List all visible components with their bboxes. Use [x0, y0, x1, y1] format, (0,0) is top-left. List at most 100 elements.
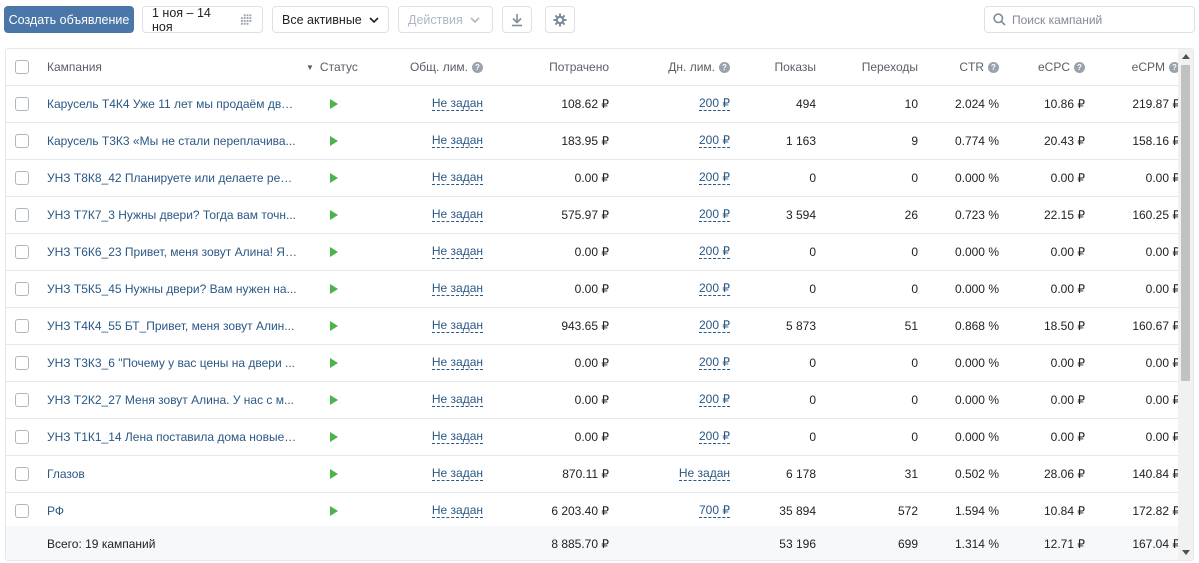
play-icon[interactable] [330, 321, 338, 331]
scroll-down-arrow-icon[interactable] [1182, 550, 1190, 555]
status-cell[interactable] [306, 86, 366, 122]
campaign-name-link[interactable]: Карусель Т3К3 «Мы не стали переплачива..… [47, 123, 297, 159]
campaign-name-link[interactable]: УНЗ Т3К3_6 "Почему у вас цены на двери .… [47, 345, 297, 381]
total-limit-link[interactable]: Не задан [431, 467, 483, 481]
row-checkbox[interactable] [15, 393, 29, 407]
total-limit-link[interactable]: Не задан [431, 97, 483, 111]
table-row[interactable]: УНЗ Т1К1_14 Лена поставила дома новые ..… [6, 419, 1180, 456]
help-icon[interactable]: ? [1074, 61, 1085, 73]
row-checkbox[interactable] [15, 245, 29, 259]
campaign-name-link[interactable]: УНЗ Т8К8_42 Планируете или делаете рем..… [47, 160, 297, 196]
status-cell[interactable] [306, 308, 366, 344]
download-button[interactable] [502, 6, 532, 33]
row-checkbox[interactable] [15, 356, 29, 370]
daily-limit-link[interactable]: 200 ₽ [699, 319, 730, 333]
status-cell[interactable] [306, 382, 366, 418]
campaign-name-link[interactable]: УНЗ Т7К7_3 Нужны двери? Тогда вам точн..… [47, 197, 297, 233]
row-checkbox[interactable] [15, 134, 29, 148]
daily-limit-link[interactable]: 200 ₽ [699, 245, 730, 259]
campaign-name-link[interactable]: Глазов [47, 456, 297, 492]
campaign-name-link[interactable]: Карусель Т4К4 Уже 11 лет мы продаём две.… [47, 86, 297, 122]
daily-limit-link[interactable]: 200 ₽ [699, 393, 730, 407]
total-limit-link[interactable]: Не задан [431, 171, 483, 185]
status-cell[interactable] [306, 197, 366, 233]
campaign-search[interactable] [984, 6, 1195, 33]
daily-limit-link[interactable]: Не задан [678, 467, 730, 481]
campaign-name-link[interactable]: РФ [47, 493, 297, 529]
play-icon[interactable] [330, 469, 338, 479]
header-ecpc[interactable]: eCPC? [1038, 49, 1085, 85]
create-ad-button[interactable]: Создать объявление [4, 6, 134, 33]
help-icon[interactable]: ? [719, 61, 730, 73]
play-icon[interactable] [330, 173, 338, 183]
status-filter-dropdown[interactable]: Все активные [272, 6, 389, 33]
row-checkbox[interactable] [15, 171, 29, 185]
daily-limit-link[interactable]: 700 ₽ [699, 504, 730, 518]
status-cell[interactable] [306, 493, 366, 529]
header-total-limit[interactable]: Общ. лим.? [410, 49, 483, 85]
actions-dropdown[interactable]: Действия [398, 6, 493, 33]
daily-limit-link[interactable]: 200 ₽ [699, 356, 730, 370]
daily-limit-link[interactable]: 200 ₽ [699, 97, 730, 111]
header-daily-limit[interactable]: Дн. лим.? [668, 49, 730, 85]
status-cell[interactable] [306, 123, 366, 159]
total-limit-link[interactable]: Не задан [431, 504, 483, 518]
row-checkbox[interactable] [15, 319, 29, 333]
table-row[interactable]: УНЗ Т2К2_27 Меня зовут Алина. У нас с м.… [6, 382, 1180, 419]
header-spent[interactable]: Потрачено [549, 49, 609, 85]
campaign-name-link[interactable]: УНЗ Т5К5_45 Нужны двери? Вам нужен на... [47, 271, 297, 307]
row-checkbox[interactable] [15, 208, 29, 222]
status-cell[interactable] [306, 234, 366, 270]
campaign-name-link[interactable]: УНЗ Т4К4_55 БТ_Привет, меня зовут Алин..… [47, 308, 297, 344]
play-icon[interactable] [330, 99, 338, 109]
play-icon[interactable] [330, 210, 338, 220]
header-ecpm[interactable]: eCPM? [1132, 49, 1180, 85]
play-icon[interactable] [330, 358, 338, 368]
row-checkbox[interactable] [15, 504, 29, 518]
play-icon[interactable] [330, 395, 338, 405]
header-status[interactable]: ▼ Статус [306, 49, 366, 85]
play-icon[interactable] [330, 432, 338, 442]
total-limit-link[interactable]: Не задан [431, 430, 483, 444]
scrollbar-thumb[interactable] [1181, 65, 1190, 381]
total-limit-link[interactable]: Не задан [431, 134, 483, 148]
table-row[interactable]: Карусель Т3К3 «Мы не стали переплачива..… [6, 123, 1180, 160]
table-row[interactable]: УНЗ Т6К6_23 Привет, меня зовут Алина! Я … [6, 234, 1180, 271]
campaign-name-link[interactable]: УНЗ Т6К6_23 Привет, меня зовут Алина! Я … [47, 234, 297, 270]
daily-limit-link[interactable]: 200 ₽ [699, 208, 730, 222]
header-ctr[interactable]: CTR? [959, 49, 999, 85]
total-limit-link[interactable]: Не задан [431, 356, 483, 370]
table-row[interactable]: УНЗ Т8К8_42 Планируете или делаете рем..… [6, 160, 1180, 197]
play-icon[interactable] [330, 136, 338, 146]
campaign-name-link[interactable]: УНЗ Т2К2_27 Меня зовут Алина. У нас с м.… [47, 382, 297, 418]
status-cell[interactable] [306, 456, 366, 492]
campaign-name-link[interactable]: УНЗ Т1К1_14 Лена поставила дома новые ..… [47, 419, 297, 455]
total-limit-link[interactable]: Не задан [431, 282, 483, 296]
row-checkbox[interactable] [15, 97, 29, 111]
total-limit-link[interactable]: Не задан [431, 208, 483, 222]
table-row[interactable]: УНЗ Т5К5_45 Нужны двери? Вам нужен на...… [6, 271, 1180, 308]
daily-limit-link[interactable]: 200 ₽ [699, 282, 730, 296]
table-row[interactable]: Карусель Т4К4 Уже 11 лет мы продаём две.… [6, 86, 1180, 123]
play-icon[interactable] [330, 506, 338, 516]
row-checkbox[interactable] [15, 430, 29, 444]
status-cell[interactable] [306, 160, 366, 196]
status-cell[interactable] [306, 271, 366, 307]
table-row[interactable]: РФ Не задан 6 203.40 ₽ 700 ₽ 35 894 572 1.594 … [6, 493, 1180, 530]
daily-limit-link[interactable]: 200 ₽ [699, 134, 730, 148]
play-icon[interactable] [330, 284, 338, 294]
search-input[interactable] [1012, 12, 1182, 27]
row-checkbox[interactable] [15, 282, 29, 296]
total-limit-link[interactable]: Не задан [431, 319, 483, 333]
row-checkbox[interactable] [15, 467, 29, 481]
daily-limit-link[interactable]: 200 ₽ [699, 171, 730, 185]
table-row[interactable]: УНЗ Т7К7_3 Нужны двери? Тогда вам точн..… [6, 197, 1180, 234]
header-clicks[interactable]: Переходы [862, 49, 918, 85]
daily-limit-link[interactable]: 200 ₽ [699, 430, 730, 444]
select-all-checkbox[interactable] [15, 60, 29, 74]
total-limit-link[interactable]: Не задан [431, 245, 483, 259]
table-row[interactable]: УНЗ Т3К3_6 "Почему у вас цены на двери .… [6, 345, 1180, 382]
header-campaign[interactable]: Кампания [47, 49, 297, 85]
date-range-picker[interactable]: 1 ноя – 14 ноя [142, 6, 263, 34]
help-icon[interactable]: ? [988, 61, 999, 73]
